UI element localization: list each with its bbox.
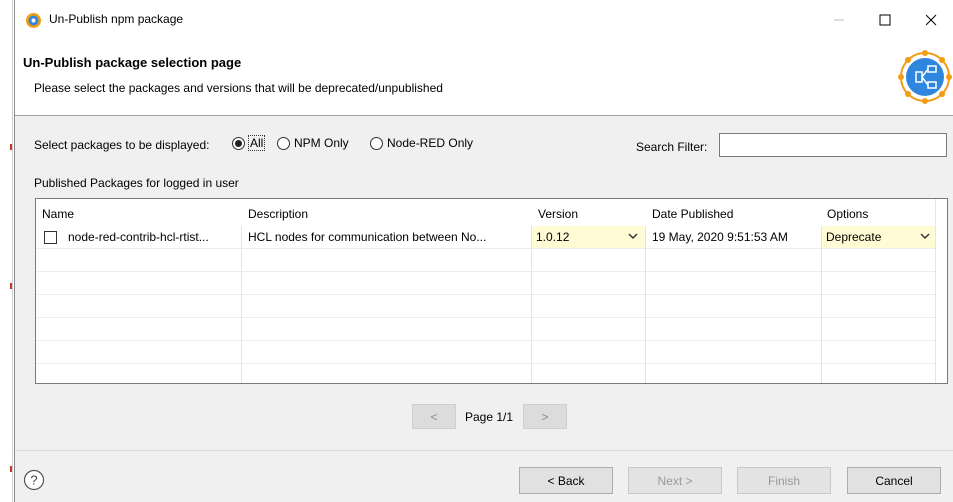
packages-table: Name Description Version Date Published … [35, 198, 948, 384]
column-header-date-published[interactable]: Date Published [652, 207, 733, 221]
radio-unselected-icon [370, 136, 383, 150]
close-icon [925, 14, 937, 26]
wizard-banner: Un-Publish package selection page Please… [15, 40, 953, 116]
cancel-button[interactable]: Cancel [847, 467, 941, 494]
page-title: Un-Publish package selection page [23, 55, 242, 70]
edge-marker [10, 283, 12, 289]
column-header-options[interactable]: Options [827, 207, 868, 221]
options-value: Deprecate [826, 230, 882, 244]
column-header-description[interactable]: Description [248, 207, 308, 221]
help-icon[interactable]: ? [23, 469, 45, 491]
row-checkbox[interactable] [44, 231, 57, 244]
maximize-button[interactable] [862, 0, 908, 40]
close-button[interactable] [908, 0, 953, 40]
radio-node-red-only-label: Node-RED Only [387, 136, 474, 150]
empty-row [36, 295, 936, 318]
package-description: HCL nodes for communication between No..… [248, 230, 487, 244]
finish-button-label: Finish [767, 473, 800, 488]
maximize-icon [879, 14, 891, 26]
empty-row [36, 341, 936, 364]
table-row[interactable]: node-red-contrib-hcl-rtist... HCL nodes … [36, 226, 936, 249]
minimize-icon [834, 19, 844, 21]
options-dropdown[interactable]: Deprecate [822, 226, 936, 248]
title-bar: Un-Publish npm package [15, 0, 953, 40]
pagination: < Page 1/1 > [15, 404, 953, 429]
radio-npm-only[interactable]: NPM Only [277, 136, 349, 150]
published-packages-label: Published Packages for logged in user [34, 176, 239, 190]
search-filter-input[interactable] [719, 133, 947, 157]
table-header: Name Description Version Date Published … [36, 199, 947, 226]
search-filter-label: Search Filter: [636, 140, 708, 154]
table-scrollbar[interactable] [935, 199, 947, 383]
edge-line [12, 0, 13, 502]
minimize-button[interactable] [816, 0, 862, 40]
background-window-edge [0, 0, 14, 502]
package-name: node-red-contrib-hcl-rtist... [68, 230, 209, 244]
previous-page-button[interactable]: < [412, 404, 456, 429]
app-icon [26, 13, 41, 28]
back-button[interactable]: < Back [519, 467, 613, 494]
column-header-name[interactable]: Name [42, 207, 74, 221]
empty-row [36, 364, 936, 383]
date-published: 19 May, 2020 9:51:53 AM [652, 230, 788, 244]
chevron-down-icon [628, 233, 638, 240]
edge-marker [10, 466, 12, 472]
filter-row: Select packages to be displayed: All NPM… [15, 133, 953, 159]
back-button-label: < Back [547, 473, 585, 488]
npm-package-icon [898, 50, 952, 104]
column-header-version[interactable]: Version [538, 207, 578, 221]
empty-row [36, 249, 936, 272]
unpublish-dialog: Un-Publish npm package Un-Publish packag… [14, 0, 953, 502]
next-button-label: Next > [657, 473, 693, 488]
empty-row [36, 272, 936, 295]
button-bar: ? < Back Next > Finish Cancel [15, 450, 953, 502]
version-value: 1.0.12 [536, 230, 570, 244]
empty-row [36, 318, 936, 341]
edge-marker [10, 144, 12, 150]
next-page-button[interactable]: > [523, 404, 567, 429]
radio-all-label: All [247, 135, 266, 151]
radio-unselected-icon [277, 136, 290, 150]
window-title: Un-Publish npm package [49, 12, 184, 26]
next-button[interactable]: Next > [628, 467, 722, 494]
radio-selected-icon [232, 136, 245, 150]
version-dropdown[interactable]: 1.0.12 [532, 226, 645, 248]
filter-label: Select packages to be displayed: [34, 138, 210, 152]
page-indicator: Page 1/1 [465, 410, 514, 424]
radio-node-red-only[interactable]: Node-RED Only [370, 136, 473, 150]
chevron-down-icon [920, 233, 930, 240]
cancel-button-label: Cancel [875, 473, 913, 488]
radio-npm-only-label: NPM Only [294, 136, 349, 150]
svg-text:?: ? [30, 473, 37, 488]
page-description: Please select the packages and versions … [34, 81, 443, 95]
radio-all[interactable]: All [232, 135, 266, 151]
finish-button[interactable]: Finish [737, 467, 831, 494]
